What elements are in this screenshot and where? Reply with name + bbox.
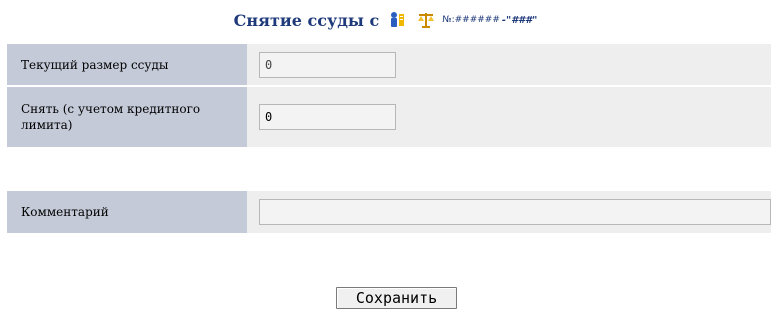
comment-row: Комментарий xyxy=(7,191,771,233)
withdraw-row: Снять (с учетом кредитного лимита) xyxy=(7,87,771,147)
account-number: №:###### xyxy=(442,15,500,25)
page-header: Снятие ссуды с №:###### -"###" xyxy=(0,6,771,34)
comment-label: Комментарий xyxy=(7,191,247,233)
current-loan-input[interactable] xyxy=(259,51,396,78)
withdraw-cell xyxy=(247,87,771,147)
comment-input[interactable] xyxy=(259,199,771,225)
current-loan-cell xyxy=(247,44,771,85)
comment-cell xyxy=(247,191,771,233)
account-name: -"###" xyxy=(501,14,538,26)
withdraw-input[interactable] xyxy=(259,104,396,130)
current-loan-label: Текущий размер ссуды xyxy=(7,44,247,85)
withdraw-label: Снять (с учетом кредитного лимита) xyxy=(7,87,247,147)
save-button[interactable]: Сохранить xyxy=(336,287,457,309)
scales-icon[interactable] xyxy=(416,11,436,29)
person-info-icon[interactable] xyxy=(388,11,408,29)
page-title: Снятие ссуды с xyxy=(233,10,380,30)
current-loan-row: Текущий размер ссуды xyxy=(7,44,771,85)
